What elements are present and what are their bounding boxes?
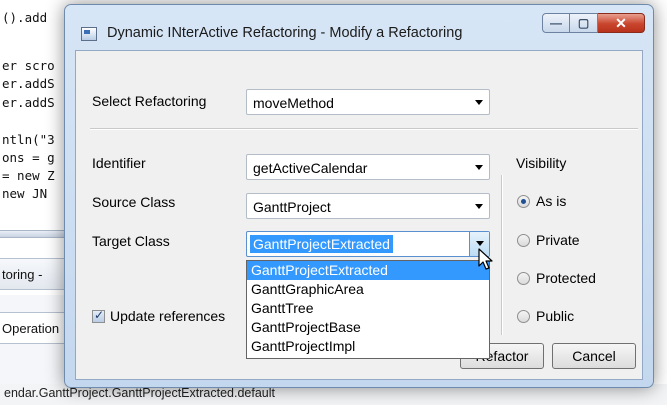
divider [90, 128, 638, 130]
chevron-down-icon [475, 204, 483, 209]
close-icon: ✕ [615, 14, 627, 31]
background-tab-label: Operation [2, 321, 60, 336]
update-references-label: Update references [110, 308, 226, 324]
radio-label: Private [536, 232, 580, 248]
target-class-value: GanttProjectExtracted [249, 234, 394, 254]
select-refactoring-combo[interactable]: moveMethod [246, 89, 490, 115]
radio-indicator [517, 233, 530, 247]
status-text: endar.GanttProject.GanttProjectExtracted… [4, 386, 275, 400]
minimize-icon: — [550, 16, 562, 30]
maximize-button[interactable]: ▢ [570, 13, 598, 33]
dropdown-option[interactable]: GanttProjectImpl [247, 337, 489, 356]
close-button[interactable]: ✕ [598, 13, 645, 33]
app-icon [81, 27, 97, 41]
code-line: ntln("3 [2, 132, 55, 147]
source-class-label: Source Class [92, 194, 176, 210]
minimize-button[interactable]: — [542, 13, 570, 33]
select-refactoring-value: moveMethod [253, 95, 334, 111]
radio-protected[interactable]: Protected [517, 270, 596, 286]
identifier-label: Identifier [92, 155, 146, 171]
code-line: ons = g [2, 150, 55, 165]
mouse-pointer-icon [478, 248, 493, 270]
radio-label: As is [536, 193, 567, 209]
code-line: er.addS [2, 95, 55, 110]
chevron-down-icon [476, 241, 484, 246]
maximize-icon: ▢ [577, 16, 590, 30]
code-line: new JN [2, 186, 48, 201]
checkbox-indicator [92, 308, 105, 323]
identifier-combo[interactable]: getActiveCalendar [246, 154, 490, 180]
radio-as-is[interactable]: As is [517, 193, 566, 209]
code-line: ().add [2, 10, 48, 25]
code-line: er scro [2, 58, 55, 73]
code-line: er.addS [2, 76, 55, 91]
radio-private[interactable]: Private [517, 232, 580, 248]
source-class-value: GanttProject [253, 199, 331, 215]
radio-public[interactable]: Public [517, 308, 574, 324]
dropdown-option[interactable]: GanttProjectBase [247, 318, 489, 337]
visibility-separator [501, 175, 503, 335]
dropdown-option[interactable]: GanttTree [247, 299, 489, 318]
radio-label: Public [536, 308, 575, 324]
target-class-dropdown-list: GanttProjectExtracted GanttGraphicArea G… [246, 260, 490, 359]
cancel-button[interactable]: Cancel [552, 343, 636, 369]
window-title: Dynamic INterActive Refactoring - Modify… [107, 25, 463, 41]
radio-label: Protected [536, 270, 596, 286]
window-controls: — ▢ ✕ [542, 13, 645, 33]
background-tab-label: toring - [2, 267, 43, 282]
dropdown-option[interactable]: GanttGraphicArea [247, 280, 489, 299]
chevron-down-icon [475, 100, 483, 105]
radio-indicator [517, 271, 530, 285]
target-class-label: Target Class [92, 233, 170, 249]
cancel-button-label: Cancel [572, 348, 616, 364]
source-class-combo[interactable]: GanttProject [246, 193, 490, 219]
code-line: = new Z [2, 168, 55, 183]
dropdown-option[interactable]: GanttProjectExtracted [247, 261, 489, 280]
select-refactoring-label: Select Refactoring [92, 93, 207, 109]
update-references-checkbox[interactable]: Update references [92, 308, 225, 324]
target-class-combo[interactable]: GanttProjectExtracted [246, 231, 490, 257]
radio-indicator [517, 194, 530, 208]
visibility-label: Visibility [516, 155, 567, 171]
radio-indicator [517, 309, 530, 323]
identifier-value: getActiveCalendar [253, 160, 368, 176]
chevron-down-icon [475, 165, 483, 170]
